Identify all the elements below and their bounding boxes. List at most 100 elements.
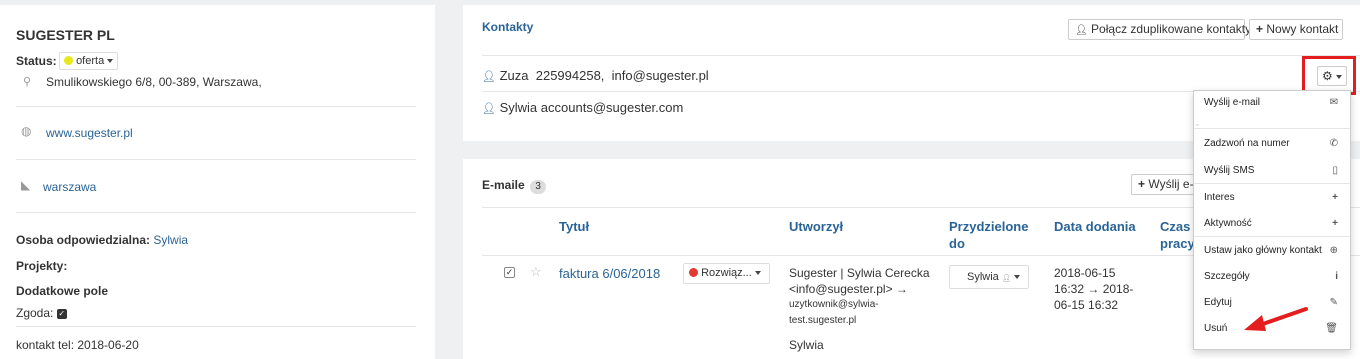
envelope-icon: ✉: [1329, 97, 1338, 108]
row-checkbox[interactable]: ✓: [504, 267, 515, 278]
plus-icon: +: [1138, 177, 1146, 191]
contact-name: Zuza: [499, 68, 529, 83]
column-header-date[interactable]: Data dodania: [1054, 218, 1136, 235]
menu-divider: [1194, 236, 1350, 237]
tag-icon: ◣: [21, 178, 31, 192]
email-status-dropdown[interactable]: Rozwiąz...: [683, 263, 770, 284]
merge-duplicates-label: Połącz zduplikowane kontakty: [1091, 22, 1252, 36]
email-title-link[interactable]: faktura 6/06/2018: [559, 266, 660, 281]
status-label: Status:: [16, 54, 57, 68]
emails-title: E-maile: [482, 178, 525, 192]
contact-row[interactable]: 👤︎ Zuza 225994258, info@sugester.pl: [482, 68, 709, 83]
menu-item-details[interactable]: Szczegóły i: [1194, 268, 1350, 286]
assigned-dropdown[interactable]: Sylwia 👤︎: [949, 265, 1029, 289]
emails-title-row: E-maile 3: [482, 177, 546, 194]
status-dropdown[interactable]: oferta: [59, 52, 119, 70]
column-header-creator[interactable]: Utworzył: [789, 218, 843, 235]
date-line: 16:32 → 2018-: [1054, 282, 1134, 296]
menu-divider: [1194, 183, 1350, 184]
column-header-title[interactable]: Tytuł: [559, 218, 589, 235]
menu-item-label: Szczegóły: [1204, 271, 1250, 282]
creator-line: <info@sugester.pl> →: [789, 282, 908, 296]
company-website-link[interactable]: www.sugester.pl: [46, 126, 133, 140]
send-email-button[interactable]: + Wyślij e-: [1131, 174, 1201, 195]
plus-icon: +: [1256, 22, 1264, 36]
column-header-assigned[interactable]: Przydzielone do: [949, 218, 1034, 252]
circle-plus-icon: ⊕: [1329, 245, 1338, 256]
menu-item-label: Usuń: [1204, 323, 1228, 334]
contact-email: info@sugester.pl: [611, 68, 709, 83]
plus-icon: +: [1332, 218, 1338, 229]
creator-line: Sylwia: [789, 338, 824, 352]
red-arrow-annotation: [1244, 307, 1308, 331]
star-icon[interactable]: ☆: [530, 264, 542, 280]
chevron-down-icon: [1335, 74, 1342, 79]
owner-link[interactable]: Sylwia: [153, 233, 188, 247]
divider: [16, 212, 416, 213]
menu-item-label: Interes: [1204, 192, 1235, 203]
chevron-down-icon: [1013, 275, 1020, 280]
status-row: Status:: [16, 54, 57, 68]
new-contact-label: Nowy kontakt: [1266, 22, 1339, 36]
user-icon: 👤︎: [482, 103, 496, 115]
contact-name: Sylwia: [499, 100, 538, 115]
new-contact-button[interactable]: + Nowy kontakt: [1249, 19, 1343, 40]
divider: [482, 55, 1360, 56]
send-email-label: Wyślij e-: [1148, 177, 1194, 191]
divider: [16, 326, 416, 327]
date-line: 06-15 16:32: [1054, 298, 1119, 312]
emails-count-badge: 3: [530, 180, 546, 194]
mobile-icon: ▯: [1332, 165, 1338, 176]
consent-row: Zgoda: ✓: [16, 306, 67, 320]
menu-item-label: Aktywność: [1204, 218, 1252, 229]
menu-item-label: Zadzwoń na numer: [1204, 138, 1290, 149]
trash-icon: 🗑︎: [1325, 323, 1338, 334]
menu-item-label: Wyślij SMS: [1204, 165, 1255, 176]
phone-icon: ✆: [1329, 138, 1338, 149]
menu-item-activity[interactable]: Aktywność +: [1194, 215, 1350, 233]
contact-email: accounts@sugester.com: [540, 100, 684, 115]
menu-divider: [1194, 128, 1350, 129]
owner-row: Osoba odpowiedzialna: Sylwia: [16, 233, 188, 247]
gear-icon: ⚙: [1322, 69, 1333, 83]
company-address: Smulikowskiego 6/8, 00-389, Warszawa,: [46, 75, 262, 89]
info-icon: i: [1335, 271, 1338, 282]
divider: [16, 159, 416, 160]
pencil-icon: ✎: [1329, 297, 1338, 308]
creator-line: uzytkownik@sylwia-: [789, 299, 879, 310]
email-status-value: Rozwiąz...: [701, 267, 752, 279]
consent-label: Zgoda:: [16, 306, 54, 320]
contact-tel: kontakt tel: 2018-06-20: [16, 338, 139, 352]
email-date: 2018-06-15 16:32 → 2018- 06-15 16:32: [1054, 265, 1133, 313]
owner-label: Osoba odpowiedzialna:: [16, 233, 151, 247]
company-name: SUGESTER PL: [16, 27, 115, 43]
menu-item-label: Ustaw jako główny kontakt: [1204, 245, 1322, 256]
chevron-down-icon: [107, 59, 114, 64]
menu-item-set-main-contact[interactable]: Ustaw jako główny kontakt ⊕: [1194, 242, 1350, 260]
menu-item-send-sms[interactable]: Wyślij SMS ▯: [1194, 162, 1350, 180]
status-dot-icon: [64, 55, 73, 65]
menu-item-deal[interactable]: Interes +: [1194, 189, 1350, 207]
divider: [16, 106, 416, 107]
creator-line: test.sugester.pl: [789, 315, 857, 326]
creator-line: Sugester | Sylwia Cerecka: [789, 266, 930, 280]
contacts-title: Kontakty: [482, 20, 534, 34]
user-icon: 👤︎: [482, 71, 496, 83]
plus-icon: +: [1332, 192, 1338, 203]
map-marker-icon: ⚲: [23, 76, 32, 88]
user-icon: 👤︎: [1075, 25, 1088, 36]
chevron-down-icon: [754, 271, 761, 276]
menu-item-call[interactable]: Zadzwoń na numer ✆: [1194, 135, 1350, 153]
user-icon: 👤︎: [1001, 275, 1011, 282]
assigned-value: Sylwia: [967, 271, 999, 283]
contact-row[interactable]: 👤︎ Sylwia accounts@sugester.com: [482, 100, 683, 115]
contact-phone: 225994258,: [535, 68, 605, 83]
menu-item-label: Edytuj: [1204, 297, 1232, 308]
date-line: 2018-06-15: [1054, 266, 1116, 280]
projects-label: Projekty:: [16, 259, 68, 273]
company-tag-link[interactable]: warszawa: [43, 180, 96, 194]
merge-duplicates-button[interactable]: 👤︎ Połącz zduplikowane kontakty: [1068, 19, 1251, 40]
globe-icon: ◍: [21, 124, 32, 138]
menu-item-send-email[interactable]: Wyślij e-mail ✉: [1194, 94, 1350, 112]
contact-settings-button[interactable]: ⚙: [1317, 66, 1347, 86]
